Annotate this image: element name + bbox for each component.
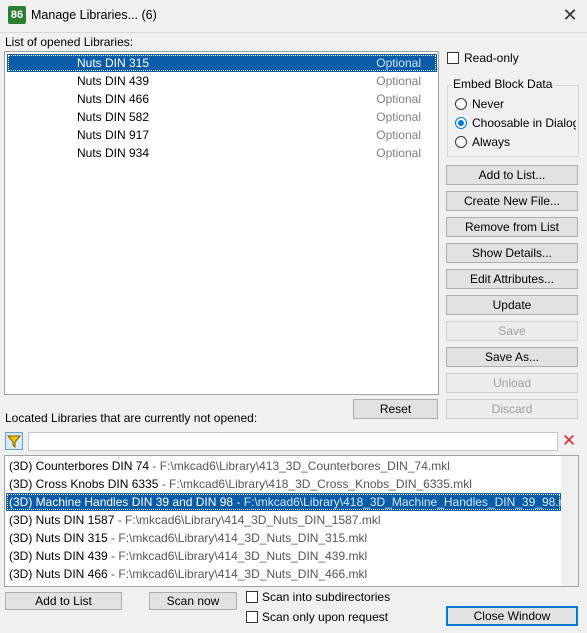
opened-libraries-list[interactable]: Nuts DIN 315 Optional Nuts DIN 439 Optional… bbox=[4, 51, 439, 395]
embed-option-radio[interactable] bbox=[455, 98, 467, 110]
located-library-row[interactable]: (3D) Nuts DIN 1587 - F:\mkcad6\Library\4… bbox=[6, 511, 561, 529]
discard-button[interactable]: Discard bbox=[446, 399, 578, 419]
library-name: Nuts DIN 934 bbox=[77, 146, 150, 160]
opened-library-row[interactable]: Nuts DIN 439 Optional bbox=[7, 72, 437, 90]
library-name: Nuts DIN 315 bbox=[77, 56, 150, 70]
library-name: Nuts DIN 439 bbox=[77, 74, 150, 88]
embed-option-label: Always bbox=[472, 135, 511, 149]
add-to-list-button[interactable]: Add to List... bbox=[446, 165, 578, 185]
located-library-row[interactable]: (3D) Nuts DIN 315 - F:\mkcad6\Library\41… bbox=[6, 529, 561, 547]
located-list-scrollbar[interactable] bbox=[561, 456, 578, 586]
located-library-name: (3D) Cross Knobs DIN 6335 bbox=[9, 477, 159, 491]
scan-on-request-label: Scan only upon request bbox=[262, 610, 389, 624]
opened-libraries-label: List of opened Libraries: bbox=[5, 35, 134, 49]
located-library-name: (3D) Nuts DIN 315 bbox=[9, 531, 108, 545]
opened-library-row[interactable]: Nuts DIN 934 Optional bbox=[7, 144, 437, 162]
located-library-name: (3D) Machine Handles DIN 39 and DIN 98 bbox=[9, 495, 234, 509]
located-library-path: - F:\mkcad6\Library\414_3D_Nuts_DIN_439.… bbox=[107, 549, 368, 563]
library-status: Optional bbox=[376, 146, 421, 160]
located-library-row[interactable]: (3D) Cross Knobs DIN 6335 - F:\mkcad6\Li… bbox=[6, 475, 561, 493]
scan-subdirectories-checkbox[interactable] bbox=[246, 591, 258, 603]
located-library-name: (3D) Nuts DIN 439 bbox=[9, 549, 108, 563]
located-libraries-label: Located Libraries that are currently not… bbox=[5, 411, 258, 425]
scan-subdirectories-label: Scan into subdirectories bbox=[262, 590, 391, 604]
scan-now-button[interactable]: Scan now bbox=[149, 592, 237, 610]
library-status: Optional bbox=[376, 128, 421, 142]
filter-icon[interactable] bbox=[5, 432, 23, 450]
scan-on-request-checkbox[interactable] bbox=[246, 611, 258, 623]
app-logo-icon: 86 bbox=[8, 6, 26, 24]
add-to-list-bottom-button[interactable]: Add to List bbox=[5, 592, 122, 610]
opened-library-row[interactable]: Nuts DIN 582 Optional bbox=[7, 108, 437, 126]
embed-block-data-title: Embed Block Data bbox=[452, 77, 554, 91]
embed-option-label: Never bbox=[472, 97, 505, 111]
save-button[interactable]: Save bbox=[446, 321, 578, 341]
create-new-file-button[interactable]: Create New File... bbox=[446, 191, 578, 211]
located-library-path: - F:\mkcad6\Library\413_3D_Counterbores_… bbox=[149, 459, 450, 473]
library-name: Nuts DIN 466 bbox=[77, 92, 150, 106]
update-button[interactable]: Update bbox=[446, 295, 578, 315]
close-window-button[interactable]: Close Window bbox=[446, 606, 578, 626]
located-library-row[interactable]: (3D) Machine Handles DIN 39 and DIN 98 -… bbox=[6, 493, 577, 511]
library-status: Optional bbox=[376, 56, 421, 70]
edit-attributes-button[interactable]: Edit Attributes... bbox=[446, 269, 578, 289]
located-library-path: - F:\mkcad6\Library\414_3D_Nuts_DIN_315.… bbox=[107, 531, 368, 545]
located-library-path: - F:\mkcad6\Library\414_3D_Nuts_DIN_1587… bbox=[114, 513, 381, 527]
readonly-checkbox[interactable] bbox=[447, 52, 459, 64]
opened-library-row[interactable]: Nuts DIN 315 Optional bbox=[7, 54, 437, 72]
library-status: Optional bbox=[376, 74, 421, 88]
show-details-button[interactable]: Show Details... bbox=[446, 243, 578, 263]
embed-option-label: Choosable in Dialog bbox=[472, 116, 576, 130]
located-library-name: (3D) Nuts DIN 466 bbox=[9, 567, 108, 581]
save-as-button[interactable]: Save As... bbox=[446, 347, 578, 367]
located-libraries-list[interactable]: (3D) Counterbores DIN 74 - F:\mkcad6\Lib… bbox=[4, 455, 579, 587]
located-library-row[interactable]: (3D) Counterbores DIN 74 - F:\mkcad6\Lib… bbox=[6, 457, 561, 475]
located-library-path: - F:\mkcad6\Library\414_3D_Nuts_DIN_466.… bbox=[107, 567, 368, 581]
reset-button[interactable]: Reset bbox=[353, 399, 438, 419]
embed-option-radio[interactable] bbox=[455, 117, 467, 129]
filter-funnel-glyph bbox=[6, 435, 22, 449]
embed-option-radio[interactable] bbox=[455, 136, 467, 148]
library-name: Nuts DIN 917 bbox=[77, 128, 150, 142]
located-library-name: (3D) Nuts DIN 1587 bbox=[9, 513, 115, 527]
located-library-row[interactable]: (3D) Nuts DIN 466 - F:\mkcad6\Library\41… bbox=[6, 565, 561, 583]
located-library-path: - F:\mkcad6\Library\418_3D_Machine_Handl… bbox=[233, 495, 578, 509]
clear-filter-icon[interactable]: ✕ bbox=[560, 432, 578, 450]
close-icon[interactable]: ✕ bbox=[557, 3, 583, 27]
located-library-path: - F:\mkcad6\Library\418_3D_Cross_Knobs_D… bbox=[158, 477, 472, 491]
located-library-name: (3D) Counterbores DIN 74 bbox=[9, 459, 150, 473]
title-bar: 86 Manage Libraries... (6) ✕ bbox=[0, 0, 587, 33]
unload-button[interactable]: Unload bbox=[446, 373, 578, 393]
library-status: Optional bbox=[376, 110, 421, 124]
readonly-label: Read-only bbox=[464, 51, 519, 65]
library-name: Nuts DIN 582 bbox=[77, 110, 150, 124]
window-title: Manage Libraries... (6) bbox=[31, 8, 157, 22]
library-status: Optional bbox=[376, 92, 421, 106]
located-library-row[interactable]: (3D) Nuts DIN 439 - F:\mkcad6\Library\41… bbox=[6, 547, 561, 565]
opened-library-row[interactable]: Nuts DIN 917 Optional bbox=[7, 126, 437, 144]
remove-from-list-button[interactable]: Remove from List bbox=[446, 217, 578, 237]
filter-input[interactable] bbox=[28, 432, 558, 451]
opened-library-row[interactable]: Nuts DIN 466 Optional bbox=[7, 90, 437, 108]
